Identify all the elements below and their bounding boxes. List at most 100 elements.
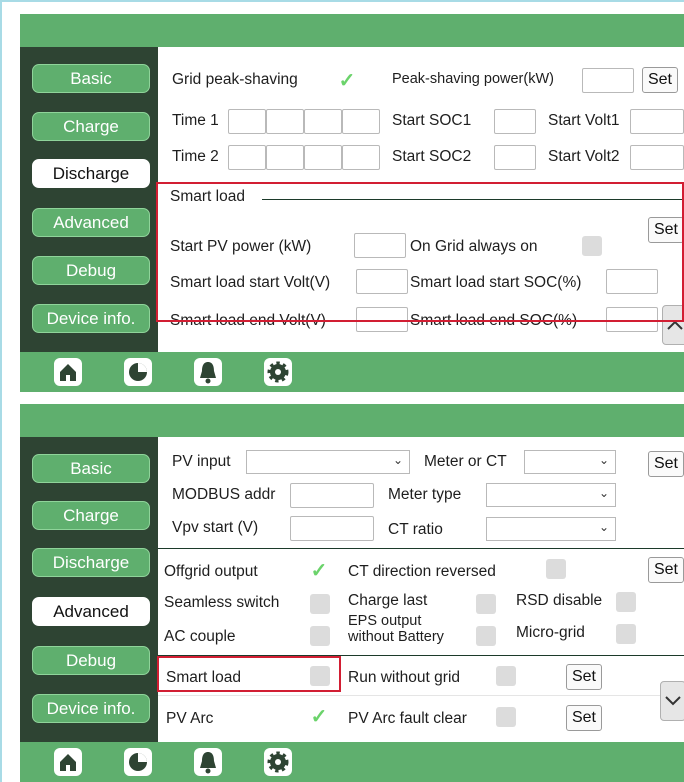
time1-field-4[interactable] <box>342 109 380 134</box>
start-soc1-label: Start SOC1 <box>392 112 472 129</box>
pie-chart-icon[interactable] <box>122 356 154 388</box>
pv-arc-fault-clear-label: PV Arc fault clear <box>348 710 467 727</box>
home-icon[interactable] <box>52 746 84 778</box>
seamless-switch-checkbox[interactable] <box>310 594 330 614</box>
nav-discharge[interactable]: Discharge <box>32 159 150 188</box>
peak-set-button[interactable]: Set <box>642 67 678 93</box>
nav-debug[interactable]: Debug <box>32 646 150 675</box>
pv-input-select[interactable]: ⌄ <box>246 450 410 474</box>
pv-arc-fault-clear-checkbox[interactable] <box>496 707 516 727</box>
grid-peak-shaving-checkbox[interactable]: ✓ <box>336 71 358 91</box>
chevron-down-icon: ⌄ <box>598 520 609 534</box>
section-divider-1 <box>158 548 684 549</box>
nav-debug[interactable]: Debug <box>32 256 150 285</box>
nav-device-info[interactable]: Device info. <box>32 304 150 333</box>
time2-field-4[interactable] <box>342 145 380 170</box>
run-without-grid-set-button[interactable]: Set <box>566 664 602 690</box>
time1-field-1[interactable] <box>228 109 266 134</box>
start-soc1-input[interactable] <box>494 109 536 134</box>
scroll-down-button[interactable] <box>660 681 684 721</box>
start-volt2-input[interactable] <box>630 145 684 170</box>
charge-last-label: Charge last <box>348 592 428 609</box>
seamless-switch-label: Seamless switch <box>164 594 280 611</box>
smart-load-option-highlight <box>157 656 341 692</box>
time1-field-3[interactable] <box>304 109 342 134</box>
top-set-button[interactable]: Set <box>648 451 684 477</box>
time1-label: Time 1 <box>172 112 219 129</box>
time2-label: Time 2 <box>172 148 219 165</box>
start-volt2-label: Start Volt2 <box>548 148 620 165</box>
home-icon[interactable] <box>52 356 84 388</box>
meter-type-label: Meter type <box>388 486 462 503</box>
sidebar-bottom: Basic Charge Discharge Advanced Debug De… <box>20 437 158 742</box>
nav-device-info[interactable]: Device info. <box>32 694 150 723</box>
start-volt1-input[interactable] <box>630 109 684 134</box>
top-tab-bar <box>20 352 684 392</box>
chevron-down-icon <box>665 696 681 706</box>
pie-chart-icon[interactable] <box>122 746 154 778</box>
peak-shaving-power-input[interactable] <box>582 68 634 93</box>
ct-ratio-label: CT ratio <box>388 521 443 538</box>
chevron-down-icon: ⌄ <box>392 453 403 467</box>
rsd-disable-label: RSD disable <box>516 592 603 609</box>
ct-direction-reversed-label: CT direction reversed <box>348 563 496 580</box>
nav-basic[interactable]: Basic <box>32 64 150 93</box>
nav-advanced[interactable]: Advanced <box>32 597 150 626</box>
rsd-disable-checkbox[interactable] <box>616 592 636 612</box>
run-without-grid-label: Run without grid <box>348 669 461 686</box>
time1-field-2[interactable] <box>266 109 304 134</box>
chevron-down-icon: ⌄ <box>598 453 609 467</box>
offgrid-output-checkbox[interactable]: ✓ <box>308 561 330 581</box>
nav-charge[interactable]: Charge <box>32 112 150 141</box>
bell-icon[interactable] <box>192 356 224 388</box>
options-set-button[interactable]: Set <box>648 557 684 583</box>
section-divider-3 <box>158 695 684 696</box>
gear-icon[interactable] <box>262 746 294 778</box>
nav-advanced[interactable]: Advanced <box>32 208 150 237</box>
vpv-start-input[interactable] <box>290 516 374 541</box>
discharge-panel: Basic Charge Discharge Advanced Debug De… <box>20 14 684 392</box>
pv-arc-set-button[interactable]: Set <box>566 705 602 731</box>
eps-output-checkbox[interactable] <box>476 626 496 646</box>
meter-type-select[interactable]: ⌄ <box>486 483 616 507</box>
micro-grid-checkbox[interactable] <box>616 624 636 644</box>
ac-couple-checkbox[interactable] <box>310 626 330 646</box>
ac-couple-label: AC couple <box>164 628 236 645</box>
peak-shaving-power-label: Peak-shaving power(kW) <box>392 71 554 87</box>
eps-output-label-line2: without Battery <box>348 629 444 645</box>
meter-or-ct-select[interactable]: ⌄ <box>524 450 616 474</box>
meter-or-ct-label: Meter or CT <box>424 453 507 470</box>
advanced-content: PV input ⌄ Meter or CT ⌄ Set MODBUS addr… <box>158 437 684 742</box>
offgrid-output-label: Offgrid output <box>164 563 258 580</box>
pv-arc-checkbox[interactable]: ✓ <box>308 707 330 727</box>
nav-discharge[interactable]: Discharge <box>32 548 150 577</box>
time2-field-2[interactable] <box>266 145 304 170</box>
run-without-grid-checkbox[interactable] <box>496 666 516 686</box>
bell-icon[interactable] <box>192 746 224 778</box>
nav-charge[interactable]: Charge <box>32 501 150 530</box>
time2-field-3[interactable] <box>304 145 342 170</box>
bottom-tab-bar <box>20 742 684 782</box>
grid-peak-shaving-label: Grid peak-shaving <box>172 71 298 88</box>
ct-ratio-select[interactable]: ⌄ <box>486 517 616 541</box>
eps-output-label-line1: EPS output <box>348 613 422 629</box>
gear-icon[interactable] <box>262 356 294 388</box>
start-soc2-input[interactable] <box>494 145 536 170</box>
pv-input-label: PV input <box>172 453 231 470</box>
pv-arc-label: PV Arc <box>166 710 214 727</box>
modbus-addr-input[interactable] <box>290 483 374 508</box>
top-header-bar <box>20 14 684 47</box>
vpv-start-label: Vpv start (V) <box>172 519 259 536</box>
bottom-header-bar <box>20 404 684 437</box>
start-volt1-label: Start Volt1 <box>548 112 620 129</box>
chevron-down-icon: ⌄ <box>598 486 609 500</box>
advanced-panel: Basic Charge Discharge Advanced Debug De… <box>20 404 684 782</box>
ct-direction-reversed-checkbox[interactable] <box>546 559 566 579</box>
start-soc2-label: Start SOC2 <box>392 148 472 165</box>
charge-last-checkbox[interactable] <box>476 594 496 614</box>
smart-load-highlight <box>156 182 684 322</box>
modbus-addr-label: MODBUS addr <box>172 486 276 503</box>
time2-field-1[interactable] <box>228 145 266 170</box>
nav-basic[interactable]: Basic <box>32 454 150 483</box>
sidebar: Basic Charge Discharge Advanced Debug De… <box>20 47 158 352</box>
